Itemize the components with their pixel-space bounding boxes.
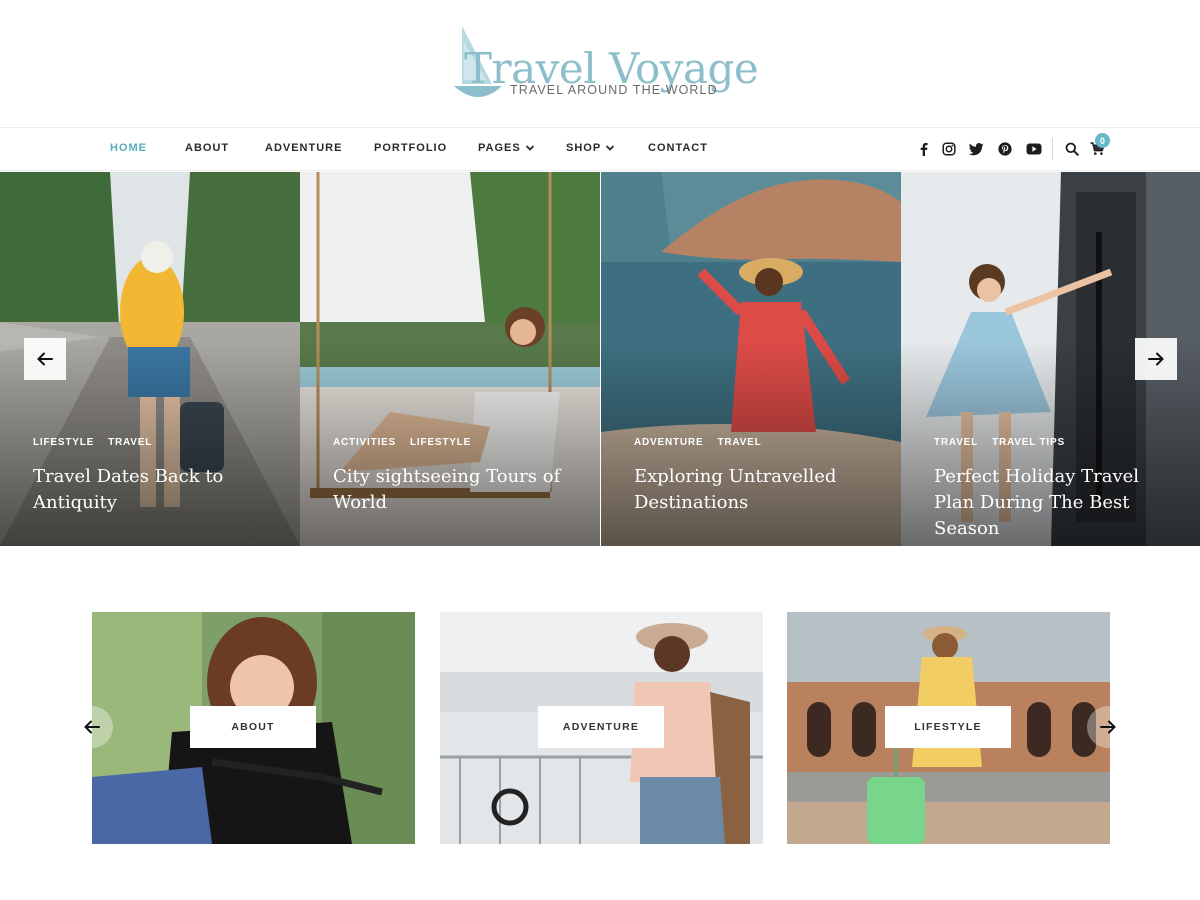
card-label: LIFESTYLE bbox=[885, 706, 1011, 748]
youtube-icon[interactable] bbox=[1025, 140, 1043, 158]
facebook-icon[interactable] bbox=[915, 140, 933, 158]
card-label: ADVENTURE bbox=[538, 706, 664, 748]
slide-categories: ACTIVITIES LIFESTYLE bbox=[333, 437, 471, 448]
arrow-left-icon bbox=[84, 720, 100, 734]
slide-title[interactable]: Exploring Untravelled Destinations bbox=[634, 464, 884, 516]
category-tag[interactable]: ACTIVITIES bbox=[333, 437, 396, 448]
cart-count-badge: 0 bbox=[1095, 133, 1110, 148]
cards-next-button[interactable] bbox=[1087, 706, 1129, 748]
search-icon[interactable] bbox=[1063, 140, 1081, 158]
category-tag[interactable]: LIFESTYLE bbox=[410, 437, 471, 448]
category-tag[interactable]: TRAVEL TIPS bbox=[992, 437, 1065, 448]
featured-posts-slider: LIFESTYLE TRAVEL Travel Dates Back to An… bbox=[0, 172, 1200, 546]
slider-next-button[interactable] bbox=[1135, 338, 1177, 380]
category-tag[interactable]: TRAVEL bbox=[934, 437, 978, 448]
cards-prev-button[interactable] bbox=[71, 706, 113, 748]
category-card-adventure[interactable]: ADVENTURE bbox=[440, 612, 763, 844]
social-links bbox=[0, 140, 1200, 160]
category-tag[interactable]: ADVENTURE bbox=[634, 437, 703, 448]
slide-categories: LIFESTYLE TRAVEL bbox=[33, 437, 152, 448]
category-cards-section: ABOUT ADVENTURE LIFESTYLE bbox=[0, 612, 1200, 846]
nav-divider bbox=[1052, 138, 1053, 160]
main-navigation: HOME ABOUT ADVENTURE PORTFOLIO PAGES SHO… bbox=[0, 127, 1200, 171]
category-card-about[interactable]: ABOUT bbox=[92, 612, 415, 844]
slide-categories: TRAVEL TRAVEL TIPS bbox=[934, 437, 1065, 448]
slide-title[interactable]: City sightseeing Tours of World bbox=[333, 464, 583, 516]
twitter-icon[interactable] bbox=[967, 140, 985, 158]
slider-prev-button[interactable] bbox=[24, 338, 66, 380]
category-tag[interactable]: TRAVEL bbox=[717, 437, 761, 448]
slide-exploring-destinations[interactable]: ADVENTURE TRAVEL Exploring Untravelled D… bbox=[601, 172, 901, 546]
slide-categories: ADVENTURE TRAVEL bbox=[634, 437, 762, 448]
site-tagline: TRAVEL AROUND THE WORLD bbox=[510, 83, 718, 97]
card-label: ABOUT bbox=[190, 706, 316, 748]
slide-city-sightseeing[interactable]: ACTIVITIES LIFESTYLE City sightseeing To… bbox=[300, 172, 600, 546]
category-tag[interactable]: TRAVEL bbox=[108, 437, 152, 448]
slide-title[interactable]: Travel Dates Back to Antiquity bbox=[33, 464, 283, 516]
category-card-lifestyle[interactable]: LIFESTYLE bbox=[787, 612, 1110, 844]
arrow-right-icon bbox=[1148, 352, 1164, 366]
site-logo[interactable]: Travel Voyage TRAVEL AROUND THE WORLD bbox=[452, 22, 759, 104]
pinterest-icon[interactable] bbox=[996, 140, 1014, 158]
arrow-left-icon bbox=[37, 352, 53, 366]
slide-title[interactable]: Perfect Holiday Travel Plan During The B… bbox=[934, 464, 1184, 542]
category-tag[interactable]: LIFESTYLE bbox=[33, 437, 94, 448]
arrow-right-icon bbox=[1100, 720, 1116, 734]
instagram-icon[interactable] bbox=[940, 140, 958, 158]
